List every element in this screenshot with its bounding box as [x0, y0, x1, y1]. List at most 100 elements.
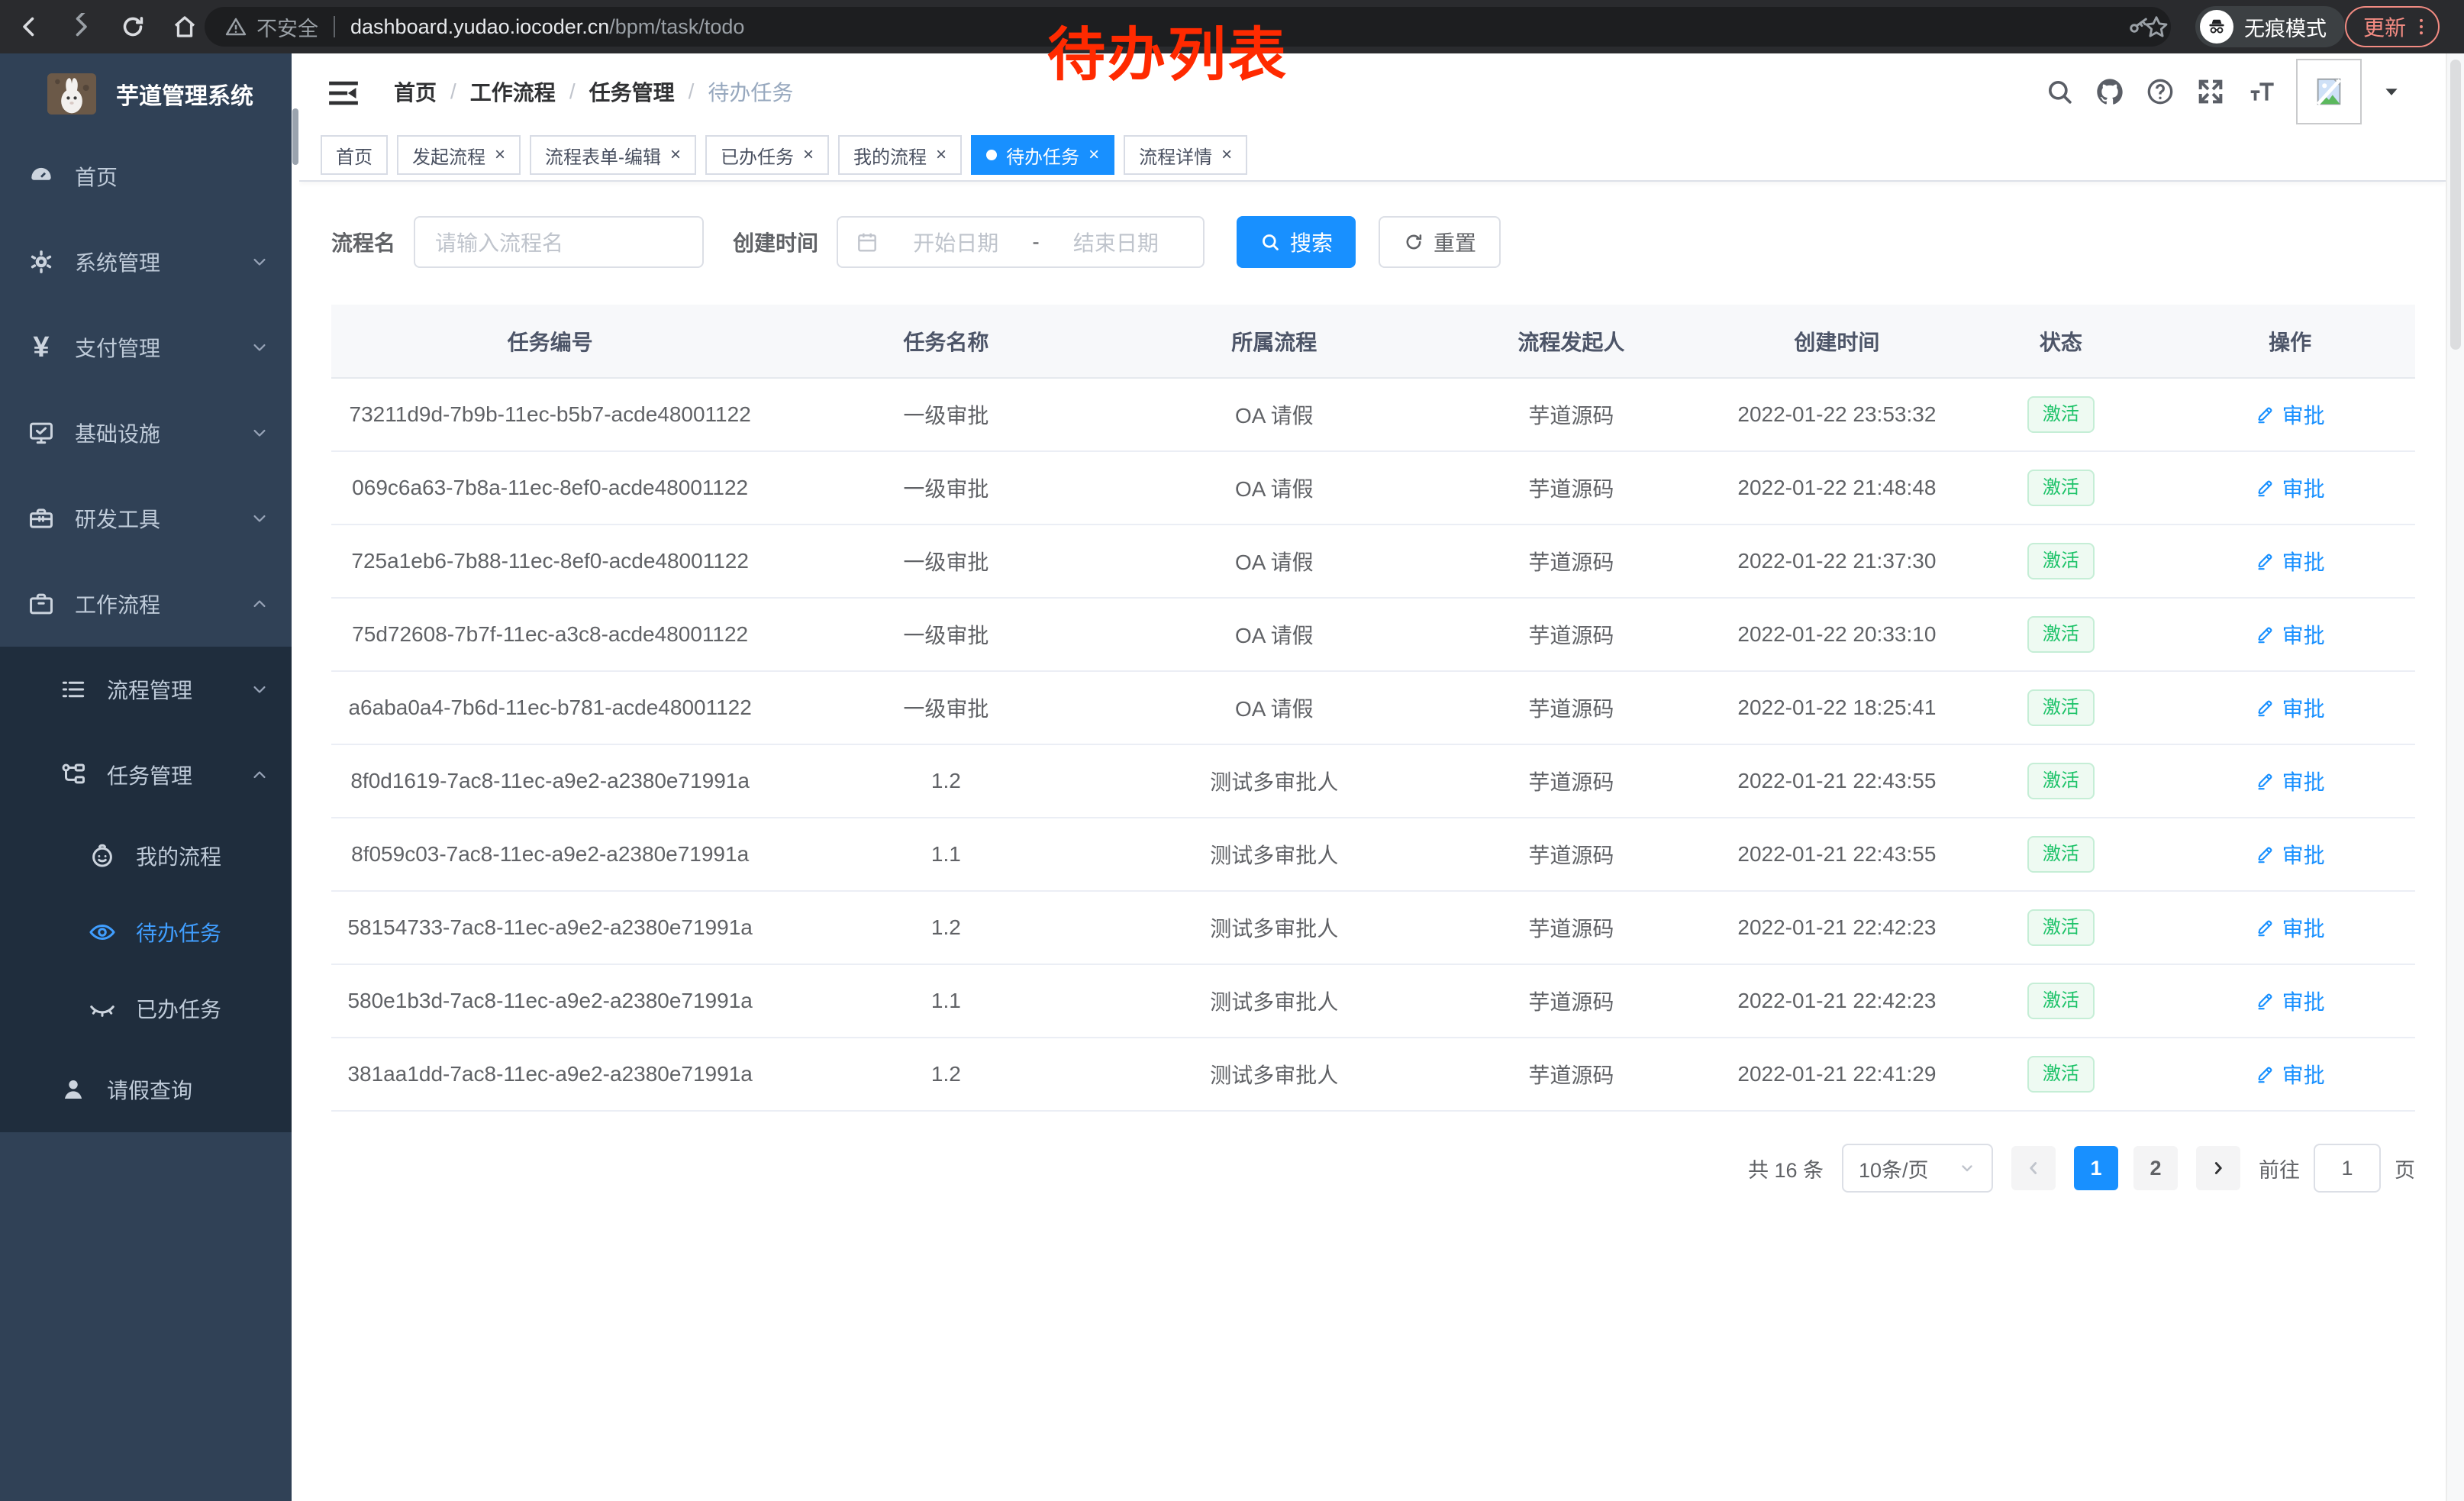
cell-time: 2022-01-22 23:53:32: [1717, 378, 1956, 451]
close-icon[interactable]: ×: [803, 146, 814, 164]
cell-name: 1.2: [769, 1038, 1123, 1111]
close-icon[interactable]: ×: [495, 146, 505, 164]
browser-nav-buttons: [15, 0, 198, 53]
window-scrollbar[interactable]: [2446, 53, 2464, 1501]
home-icon[interactable]: [171, 13, 198, 40]
github-icon[interactable]: [2095, 76, 2125, 107]
approve-link[interactable]: 审批: [2256, 912, 2325, 943]
create-time-range-picker[interactable]: 开始日期 - 结束日期: [837, 216, 1205, 268]
close-icon[interactable]: ×: [936, 146, 947, 164]
sidebar-item-label: 待办任务: [136, 917, 221, 947]
sidebar-item-label: 研发工具: [75, 503, 160, 534]
breadcrumb-item-home[interactable]: 首页: [394, 76, 437, 107]
breadcrumb-item-workflow[interactable]: 工作流程: [470, 76, 556, 107]
annotation-overlay: 待办列表: [1047, 8, 1288, 92]
sidebar-item-system-mgmt[interactable]: 系统管理: [0, 219, 292, 305]
cell-id: a6aba0a4-7b6d-11ec-b781-acde48001122: [331, 671, 769, 744]
approve-link[interactable]: 审批: [2256, 766, 2325, 796]
approve-label: 审批: [2282, 546, 2325, 576]
fullscreen-icon[interactable]: [2195, 76, 2226, 107]
approve-link[interactable]: 审批: [2256, 399, 2325, 430]
forward-icon[interactable]: [67, 13, 95, 40]
sidebar: 芋道管理系统 首页系统管理¥支付管理基础设施研发工具工作流程流程管理任务管理我的…: [0, 53, 292, 1501]
page-size-select[interactable]: 10条/页: [1842, 1144, 1993, 1193]
approve-link[interactable]: 审批: [2256, 1059, 2325, 1089]
tab-form-edit[interactable]: 流程表单-编辑×: [530, 135, 696, 175]
sidebar-item-done-task[interactable]: 已办任务: [0, 970, 292, 1047]
cell-name: 一级审批: [769, 525, 1123, 598]
sidebar-item-infrastructure[interactable]: 基础设施: [0, 390, 292, 476]
sidebar-item-workflow[interactable]: 工作流程: [0, 561, 292, 647]
sidebar-item-payment-mgmt[interactable]: ¥支付管理: [0, 305, 292, 390]
sidebar-item-process-mgmt[interactable]: 流程管理: [0, 647, 292, 732]
top-navbar: 首页/工作流程/任务管理/待办任务: [299, 53, 2446, 130]
url-domain[interactable]: dashboard.yudao.iocoder.cn: [350, 15, 609, 39]
search-icon[interactable]: [2044, 76, 2075, 107]
sidebar-item-task-mgmt[interactable]: 任务管理: [0, 732, 292, 818]
cell-action: 审批: [2165, 818, 2415, 891]
close-icon[interactable]: ×: [1221, 146, 1232, 164]
approve-link[interactable]: 审批: [2256, 473, 2325, 503]
window-scrollbar-thumb[interactable]: [2450, 60, 2461, 350]
incognito-badge: 无痕模式: [2195, 6, 2345, 47]
column-header: 操作: [2165, 305, 2415, 378]
toolbox-icon: [26, 504, 56, 533]
close-icon[interactable]: ×: [1088, 146, 1099, 164]
cell-name: 1.1: [769, 818, 1123, 891]
table-row: 75d72608-7b7f-11ec-a3c8-acde48001122一级审批…: [331, 598, 2415, 671]
edit-pencil-icon: [2256, 917, 2276, 938]
page-button-1[interactable]: 1: [2074, 1146, 2118, 1190]
back-icon[interactable]: [15, 13, 43, 40]
reset-button[interactable]: 重置: [1379, 216, 1501, 268]
tab-my-process[interactable]: 我的流程×: [838, 135, 962, 175]
sidebar-scrollbar[interactable]: [292, 53, 299, 1501]
cell-action: 审批: [2165, 891, 2415, 964]
sidebar-collapse-icon[interactable]: [327, 76, 360, 107]
bookmark-star-icon[interactable]: [2142, 13, 2171, 42]
cell-name: 一级审批: [769, 598, 1123, 671]
goto-page-input[interactable]: 1: [2314, 1144, 2381, 1193]
update-button[interactable]: 更新: [2345, 6, 2440, 47]
breadcrumb-item-task-management[interactable]: 任务管理: [589, 76, 675, 107]
prev-page-button[interactable]: [2011, 1146, 2056, 1190]
close-icon[interactable]: ×: [670, 146, 681, 164]
approve-link[interactable]: 审批: [2256, 692, 2325, 723]
edit-pencil-icon: [2256, 770, 2276, 791]
sidebar-item-dev-tools[interactable]: 研发工具: [0, 476, 292, 561]
approve-link[interactable]: 审批: [2256, 546, 2325, 576]
avatar-caret-icon[interactable]: [2382, 82, 2401, 102]
tab-start-process[interactable]: 发起流程×: [397, 135, 521, 175]
security-label[interactable]: 不安全: [256, 12, 318, 42]
approve-link[interactable]: 审批: [2256, 986, 2325, 1016]
approve-label: 审批: [2282, 399, 2325, 430]
page-button-2[interactable]: 2: [2133, 1146, 2178, 1190]
tab-done-task[interactable]: 已办任务×: [705, 135, 829, 175]
page-content: 流程名 请输入流程名 创建时间 开始日期 - 结束日期 搜索 重置: [299, 182, 2446, 1193]
status-badge: 激活: [2027, 470, 2095, 507]
cell-id: 381aa1dd-7ac8-11ec-a9e2-a2380e71991a: [331, 1038, 769, 1111]
tab-home[interactable]: 首页: [321, 135, 388, 175]
approve-link[interactable]: 审批: [2256, 839, 2325, 870]
update-label[interactable]: 更新: [2363, 11, 2406, 42]
process-name-input[interactable]: 请输入流程名: [414, 216, 704, 268]
cell-process: 测试多审批人: [1123, 1038, 1425, 1111]
app-logo-row[interactable]: 芋道管理系统: [0, 53, 292, 134]
reload-icon[interactable]: [119, 13, 147, 40]
logo-image: [47, 73, 96, 115]
help-icon[interactable]: [2145, 76, 2175, 107]
next-page-button[interactable]: [2196, 1146, 2240, 1190]
sidebar-item-home[interactable]: 首页: [0, 134, 292, 219]
search-button[interactable]: 搜索: [1237, 216, 1356, 268]
approve-link[interactable]: 审批: [2256, 619, 2325, 650]
cell-name: 一级审批: [769, 671, 1123, 744]
font-size-icon[interactable]: [2246, 76, 2276, 107]
sidebar-item-todo-task[interactable]: 待办任务: [0, 894, 292, 970]
chevron-down-icon: [249, 679, 270, 700]
tab-todo-task[interactable]: 待办任务×: [971, 135, 1114, 175]
tab-process-detail[interactable]: 流程详情×: [1124, 135, 1247, 175]
url-path[interactable]: /bpm/task/todo: [609, 15, 744, 39]
sidebar-scrollbar-thumb[interactable]: [292, 108, 298, 165]
avatar[interactable]: [2296, 59, 2362, 124]
sidebar-item-leave-query[interactable]: 请假查询: [0, 1047, 292, 1132]
sidebar-item-my-process[interactable]: 我的流程: [0, 818, 292, 894]
